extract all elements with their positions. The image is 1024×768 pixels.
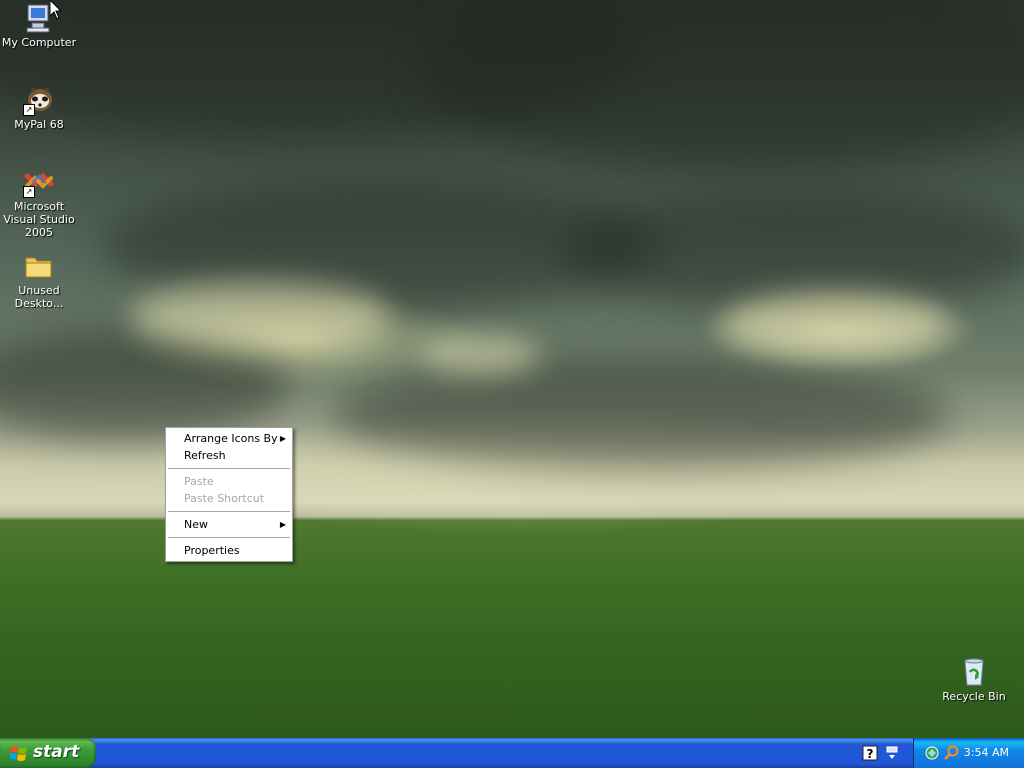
icon-label: Microsoft Visual Studio 2005 <box>3 200 75 239</box>
shortcut-arrow-icon: ↗ <box>23 104 35 116</box>
desktop-icon-my-computer[interactable]: My Computer <box>0 2 78 49</box>
mouse-cursor-icon <box>50 0 62 20</box>
menu-item-label: Refresh <box>184 449 226 462</box>
taskbar: start ? 3:54 AM <box>0 738 1024 768</box>
menu-item-label: Properties <box>184 544 240 557</box>
help-icon[interactable]: ? <box>862 745 878 761</box>
windows-logo-icon <box>10 746 27 761</box>
menu-separator <box>168 511 290 512</box>
menu-item-label: Arrange Icons By <box>184 432 278 445</box>
sky-cloud <box>330 360 950 470</box>
menu-item-arrange-icons-by[interactable]: Arrange Icons By ▶ <box>166 430 292 447</box>
menu-item-paste-shortcut: Paste Shortcut <box>166 490 292 507</box>
network-icon[interactable] <box>924 745 940 761</box>
folder-icon <box>23 250 55 282</box>
start-button[interactable]: start <box>0 738 96 768</box>
icon-label: My Computer <box>1 36 77 49</box>
desktop-context-menu: Arrange Icons By ▶ Refresh Paste Paste S… <box>165 427 293 562</box>
svg-text:?: ? <box>867 747 874 761</box>
menu-item-paste: Paste <box>166 473 292 490</box>
shortcut-arrow-icon: ↗ <box>23 186 35 198</box>
icon-label: Recycle Bin <box>942 690 1006 703</box>
menu-item-label: Paste Shortcut <box>184 492 265 505</box>
submenu-arrow-icon: ▶ <box>279 520 286 529</box>
icon-label: Unused Deskto... <box>14 284 64 310</box>
menu-item-properties[interactable]: Properties <box>166 542 292 559</box>
visual-studio-icon: ↗ <box>23 166 55 198</box>
desktop-icon-unused-desktop-shortcuts[interactable]: Unused Deskto... <box>0 250 78 310</box>
sky-cloud <box>420 0 1024 170</box>
sky-light <box>420 335 540 375</box>
mypal-icon: ↗ <box>23 84 55 116</box>
menu-item-new[interactable]: New ▶ <box>166 516 292 533</box>
icon-label: MyPal 68 <box>14 118 64 131</box>
desktop-icon-recycle-bin[interactable]: Recycle Bin <box>935 656 1013 703</box>
desktop-background[interactable]: My Computer ↗ MyPal 68 ↗ Microsoft Visua… <box>0 0 1024 738</box>
menu-separator <box>168 537 290 538</box>
sky-light <box>720 290 950 360</box>
clock[interactable]: 3:54 AM <box>964 746 1009 759</box>
submenu-arrow-icon: ▶ <box>279 434 286 443</box>
sky-light <box>130 280 390 350</box>
menu-item-label: New <box>184 518 208 531</box>
search-icon[interactable] <box>944 745 960 761</box>
menu-separator <box>168 468 290 469</box>
safely-remove-icon[interactable] <box>884 745 900 761</box>
start-label: start <box>33 742 80 762</box>
desktop-icon-mypal[interactable]: ↗ MyPal 68 <box>0 84 78 131</box>
system-tray: 3:54 AM <box>913 738 1024 768</box>
desktop-icon-visual-studio[interactable]: ↗ Microsoft Visual Studio 2005 <box>0 166 78 239</box>
menu-item-refresh[interactable]: Refresh <box>166 447 292 464</box>
menu-item-label: Paste <box>184 475 214 488</box>
recycle-bin-icon <box>958 656 990 688</box>
